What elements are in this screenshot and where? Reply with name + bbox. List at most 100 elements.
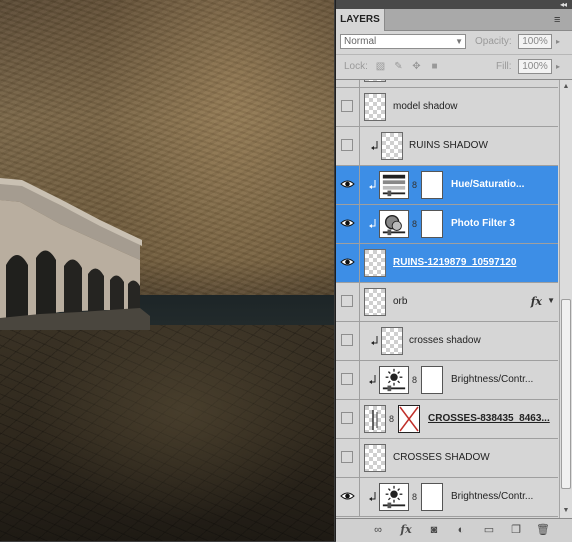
layer-row[interactable]: 8 Brightness/Contr... bbox=[336, 478, 558, 517]
fx-icon[interactable]: fx bbox=[398, 522, 414, 538]
document-canvas[interactable] bbox=[0, 0, 334, 541]
layers-panel: ◂◂ LAYERS ≡ Normal ▼ Opacity: 100% ▸ Loc… bbox=[335, 0, 572, 542]
layer-mask-thumbnail[interactable] bbox=[398, 405, 420, 433]
delete-layer-icon[interactable]: 🗑 bbox=[535, 522, 551, 538]
visibility-toggle[interactable] bbox=[336, 127, 360, 165]
collapse-icon[interactable]: ◂◂ bbox=[560, 0, 567, 9]
layer-name[interactable]: Hue/Saturatio... bbox=[451, 166, 524, 204]
scroll-up-icon[interactable]: ▲ bbox=[561, 81, 571, 93]
layer-name[interactable]: model shadow bbox=[393, 88, 457, 126]
layer-name[interactable]: Brightness/Contr... bbox=[451, 478, 533, 516]
layer-row[interactable]: RUINS SHADOW bbox=[336, 127, 558, 166]
clipping-arrow-icon bbox=[369, 492, 376, 501]
photo-filter-icon bbox=[379, 210, 409, 238]
adjustment-layer-icon[interactable]: ◐ bbox=[453, 522, 469, 538]
smart-object-thumbnail bbox=[364, 405, 386, 433]
lock-all-icon[interactable]: ■ bbox=[429, 61, 440, 72]
layer-mask-thumbnail[interactable] bbox=[421, 171, 443, 199]
mask-link-icon[interactable]: 8 bbox=[389, 414, 395, 424]
visibility-toggle[interactable] bbox=[336, 205, 360, 243]
layer-name[interactable]: CROSSES-838435_8463... bbox=[428, 400, 550, 438]
visibility-toggle[interactable] bbox=[336, 88, 360, 126]
layer-name[interactable]: RUINS SHADOW bbox=[409, 127, 488, 165]
layer-thumbnail bbox=[381, 327, 403, 355]
layers-bottom-toolbar: ∞ fx ◙ ◐ ▭ ❐ 🗑 bbox=[336, 518, 572, 542]
layers-scrollbar[interactable]: ▲ ▼ bbox=[559, 80, 572, 518]
visibility-toggle[interactable] bbox=[336, 244, 360, 282]
layer-thumbnail bbox=[364, 444, 386, 472]
opacity-field[interactable]: 100% ▸ bbox=[518, 34, 560, 49]
mask-link-icon[interactable]: 8 bbox=[412, 180, 418, 190]
layer-row-partial[interactable] bbox=[336, 80, 558, 88]
layer-row-selected[interactable]: RUINS-1219879_10597120 bbox=[336, 244, 558, 283]
layer-row-selected[interactable]: 8 Photo Filter 3 bbox=[336, 205, 558, 244]
visibility-toggle[interactable] bbox=[336, 478, 360, 516]
fill-field[interactable]: 100% ▸ bbox=[518, 59, 560, 74]
clipping-arrow-icon bbox=[369, 219, 376, 228]
layer-name[interactable]: Photo Filter 3 bbox=[451, 205, 515, 243]
blend-mode-select[interactable]: Normal ▼ bbox=[340, 34, 466, 49]
layer-mask-thumbnail[interactable] bbox=[421, 210, 443, 238]
visibility-box-icon bbox=[341, 412, 353, 424]
brightness-contrast-icon bbox=[379, 483, 409, 511]
clipping-arrow-icon bbox=[369, 180, 376, 189]
lock-position-icon[interactable]: ✥ bbox=[411, 61, 422, 72]
layers-list[interactable]: model shadow RUINS SHADOW 8 Hue/Saturati… bbox=[336, 80, 558, 518]
layer-name[interactable]: orb bbox=[393, 283, 407, 321]
opacity-label: Opacity: bbox=[475, 36, 512, 47]
layer-effects-icon[interactable]: fx bbox=[531, 295, 542, 308]
scrollbar-thumb[interactable] bbox=[561, 299, 571, 489]
link-layers-icon[interactable]: ∞ bbox=[370, 522, 386, 538]
layer-row[interactable]: crosses shadow bbox=[336, 322, 558, 361]
panel-menu-icon[interactable]: ≡ bbox=[554, 14, 566, 26]
panel-header-bar: ◂◂ bbox=[336, 0, 572, 9]
blend-mode-value: Normal bbox=[344, 36, 377, 47]
visibility-toggle[interactable] bbox=[336, 400, 360, 438]
new-layer-icon[interactable]: ❐ bbox=[508, 522, 524, 538]
lock-image-pixels-icon[interactable]: ✎ bbox=[393, 61, 404, 72]
ruins-arcade bbox=[0, 178, 150, 330]
layer-mask-thumbnail[interactable] bbox=[421, 366, 443, 394]
hue-saturation-icon bbox=[379, 171, 409, 199]
layer-name[interactable]: CROSSES SHADOW bbox=[393, 439, 490, 477]
visibility-toggle[interactable] bbox=[336, 283, 360, 321]
opacity-arrow-icon[interactable]: ▸ bbox=[556, 35, 560, 48]
layer-name[interactable]: RUINS-1219879_10597120 bbox=[393, 244, 516, 282]
visibility-toggle[interactable] bbox=[336, 439, 360, 477]
fill-arrow-icon[interactable]: ▸ bbox=[556, 60, 560, 73]
new-group-icon[interactable]: ▭ bbox=[481, 522, 497, 538]
layer-thumbnail bbox=[364, 80, 386, 82]
crosses-thumb-icon bbox=[372, 410, 378, 430]
mask-link-icon[interactable]: 8 bbox=[412, 219, 418, 229]
cracked-ground bbox=[0, 325, 334, 541]
opacity-value: 100% bbox=[522, 36, 548, 47]
expand-effects-icon[interactable]: ▼ bbox=[547, 296, 555, 305]
layer-row[interactable]: orb fx ▼ bbox=[336, 283, 558, 322]
visibility-toggle[interactable] bbox=[336, 322, 360, 360]
layer-row[interactable]: model shadow bbox=[336, 88, 558, 127]
mask-link-icon[interactable]: 8 bbox=[412, 492, 418, 502]
clipping-arrow-icon bbox=[371, 141, 378, 150]
tab-layers[interactable]: LAYERS bbox=[336, 9, 385, 31]
layer-row[interactable]: 8 CROSSES-838435_8463... bbox=[336, 400, 558, 439]
layer-name[interactable]: Brightness/Contr... bbox=[451, 361, 533, 399]
visibility-toggle[interactable] bbox=[336, 80, 360, 87]
layer-name[interactable]: crosses shadow bbox=[409, 322, 481, 360]
layer-row[interactable]: CROSSES SHADOW bbox=[336, 439, 558, 478]
layer-mask-thumbnail[interactable] bbox=[421, 483, 443, 511]
visibility-toggle[interactable] bbox=[336, 166, 360, 204]
lock-transparent-pixels-icon[interactable]: ▧ bbox=[375, 61, 386, 72]
visibility-box-icon bbox=[341, 451, 353, 463]
visibility-toggle[interactable] bbox=[336, 361, 360, 399]
scroll-down-icon[interactable]: ▼ bbox=[561, 505, 571, 517]
layer-row-selected[interactable]: 8 Hue/Saturatio... bbox=[336, 166, 558, 205]
mask-link-icon[interactable]: 8 bbox=[412, 375, 418, 385]
visibility-box-icon bbox=[341, 139, 353, 151]
add-mask-icon[interactable]: ◙ bbox=[426, 522, 442, 538]
smart-object-thumbnail bbox=[364, 249, 386, 277]
panel-tab-row: LAYERS ≡ bbox=[336, 9, 572, 31]
eye-icon bbox=[340, 258, 355, 266]
layer-row[interactable]: 8 Brightness/Contr... bbox=[336, 361, 558, 400]
fill-label: Fill: bbox=[496, 61, 512, 72]
eye-icon bbox=[340, 219, 355, 227]
